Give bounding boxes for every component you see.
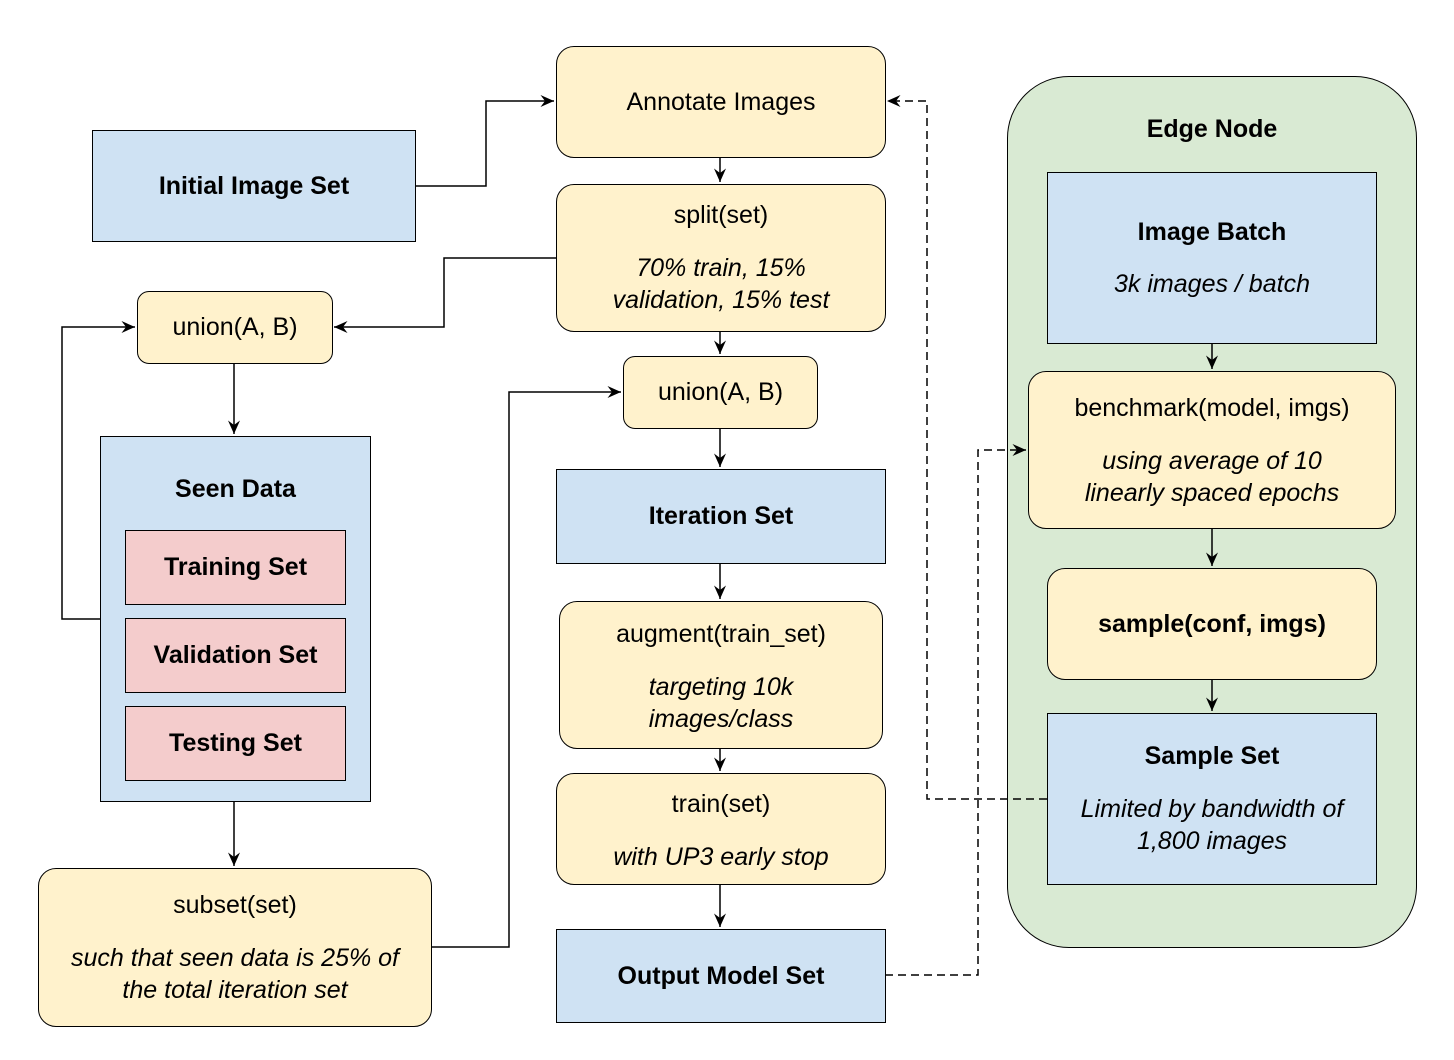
note: with UP3 early stop (613, 842, 829, 871)
note: 3k images / batch (1114, 270, 1310, 298)
label: train(set) (671, 790, 771, 818)
label: union(A, B) (172, 313, 298, 342)
label: Sample Set (1144, 742, 1280, 771)
label: Annotate Images (626, 87, 816, 116)
note: targeting 10k images/class (648, 672, 794, 734)
label: Initial Image Set (158, 171, 350, 200)
sample-node: sample(conf, imgs) (1047, 568, 1377, 680)
annotate-images-node: Annotate Images (556, 46, 886, 158)
output-model-set-node: Output Model Set (556, 929, 886, 1023)
train-node: train(set) with UP3 early stop (556, 773, 886, 885)
iteration-set-node: Iteration Set (556, 469, 886, 564)
label: Image Batch (1137, 217, 1287, 246)
label: Output Model Set (617, 961, 825, 990)
label: Testing Set (169, 729, 302, 758)
note: using average of 10 linearly spaced epoc… (1084, 446, 1340, 508)
label: subset(set) (173, 891, 297, 919)
testing-set-node: Testing Set (125, 706, 346, 781)
label: augment(train_set) (616, 620, 826, 648)
edge-split-to-union-left (334, 257, 556, 333)
label: Training Set (163, 553, 308, 582)
label: Iteration Set (648, 502, 794, 531)
label: union(A, B) (657, 378, 784, 407)
label: Validation Set (153, 641, 318, 670)
note: Limited by bandwidth of 1,800 images (1080, 794, 1344, 856)
image-batch-node: Image Batch 3k images / batch (1047, 172, 1377, 344)
initial-image-set-node: Initial Image Set (92, 130, 416, 242)
note: 70% train, 15% validation, 15% test (612, 253, 830, 315)
flow-diagram: Edge Node Initial Image Set Annotate Ima… (0, 0, 1454, 1060)
label: Seen Data (175, 475, 296, 503)
benchmark-node: benchmark(model, imgs) using average of … (1028, 371, 1396, 529)
sample-set-node: Sample Set Limited by bandwidth of 1,800… (1047, 713, 1377, 885)
edge-initial-to-annotate (415, 95, 554, 187)
label: sample(conf, imgs) (1098, 609, 1326, 638)
split-node: split(set) 70% train, 15% validation, 15… (556, 184, 886, 332)
note: such that seen data is 25% of the total … (71, 943, 399, 1005)
validation-set-node: Validation Set (125, 618, 346, 693)
augment-node: augment(train_set) targeting 10k images/… (559, 601, 883, 749)
label: split(set) (673, 201, 769, 229)
edge-output-to-benchmark (885, 444, 1026, 976)
training-set-node: Training Set (125, 530, 346, 605)
union-mid-node: union(A, B) (623, 356, 818, 429)
subset-node: subset(set) such that seen data is 25% o… (38, 868, 432, 1027)
label: benchmark(model, imgs) (1074, 394, 1350, 422)
union-left-node: union(A, B) (137, 291, 333, 364)
